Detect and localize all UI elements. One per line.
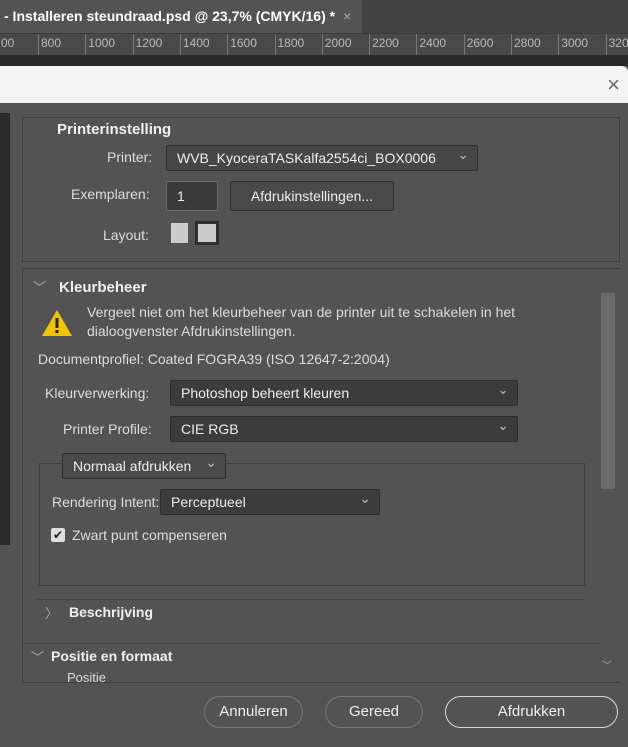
ruler-tick: 1600 bbox=[227, 34, 257, 55]
cancel-button[interactable]: Annuleren bbox=[204, 696, 303, 728]
tab-bar: - Installeren steundraad.psd @ 23,7% (CM… bbox=[0, 0, 628, 33]
printer-value: WVB_KyoceraTASKalfa2554ci_BOX0006 bbox=[177, 150, 436, 166]
section-title: Kleurbeheer bbox=[59, 279, 147, 296]
chevron-right-icon[interactable]: 〉 bbox=[45, 603, 58, 622]
ruler-tick: 2000 bbox=[321, 34, 352, 55]
position-header[interactable]: Positie en formaat bbox=[51, 648, 172, 664]
landscape-layout-icon[interactable] bbox=[195, 221, 219, 245]
ruler-tick: 00 bbox=[0, 34, 14, 55]
ruler-tick: 2400 bbox=[416, 34, 446, 55]
document-tab[interactable]: - Installeren steundraad.psd @ 23,7% (CM… bbox=[0, 0, 362, 33]
ruler-tick: 2600 bbox=[463, 34, 493, 55]
print-mode-group: Normaal afdrukken Rendering Intent: Perc… bbox=[39, 450, 585, 586]
description-header[interactable]: Beschrijving bbox=[69, 604, 153, 620]
color-handling-label: Kleurverwerking: bbox=[45, 385, 150, 401]
color-management-panel: ﹀ Kleurbeheer Vergeet niet om het kleurb… bbox=[22, 268, 620, 683]
rendering-intent-label: Rendering Intent: bbox=[52, 494, 160, 510]
copies-input[interactable]: 1 bbox=[166, 181, 218, 211]
section-title: Printerinstelling bbox=[57, 121, 172, 138]
printer-label: Printer: bbox=[107, 149, 153, 165]
ruler-tick: 3000 bbox=[558, 34, 588, 55]
ruler-tick: 1800 bbox=[274, 34, 304, 55]
dialog-titlebar: × bbox=[0, 66, 628, 103]
ruler-tick: 1200 bbox=[132, 34, 162, 55]
printer-profile-label: Printer Profile: bbox=[63, 421, 152, 437]
ruler-tick: 320 bbox=[605, 34, 628, 55]
black-point-label: Zwart punt compenseren bbox=[72, 527, 227, 543]
print-mode-select[interactable]: Normaal afdrukken bbox=[62, 450, 226, 479]
ruler-tick: 2800 bbox=[511, 34, 541, 55]
rendering-intent-value: Perceptueel bbox=[171, 494, 246, 510]
close-tab-icon[interactable]: × bbox=[343, 8, 351, 24]
divider bbox=[23, 643, 599, 644]
close-dialog-icon[interactable]: × bbox=[607, 72, 620, 98]
color-handling-value: Photoshop beheert kleuren bbox=[181, 385, 350, 401]
scrollbar-thumb[interactable] bbox=[601, 293, 615, 489]
printer-settings-panel: Printerinstelling Printer: WVB_KyoceraTA… bbox=[22, 117, 620, 262]
done-button[interactable]: Gereed bbox=[325, 696, 423, 728]
printer-select[interactable]: WVB_KyoceraTASKalfa2554ci_BOX0006 bbox=[166, 142, 478, 171]
divider bbox=[37, 599, 585, 600]
layout-label: Layout: bbox=[103, 227, 149, 243]
ruler-tick: 1000 bbox=[85, 34, 115, 55]
document-profile: Documentprofiel: Coated FOGRA39 (ISO 126… bbox=[38, 351, 390, 367]
portrait-layout-icon[interactable] bbox=[171, 223, 188, 243]
tab-title: - Installeren steundraad.psd @ 23,7% (CM… bbox=[4, 8, 336, 24]
ruler: 00 800 1000 1200 1400 1600 1800 2000 2200 2400 260… bbox=[0, 33, 628, 55]
ruler-tick: 1400 bbox=[179, 34, 210, 55]
scroll-down-icon[interactable]: ﹀ bbox=[602, 657, 612, 672]
background-panel bbox=[0, 113, 10, 545]
color-handling-select[interactable]: Photoshop beheert kleuren bbox=[170, 377, 518, 406]
print-button[interactable]: Afdrukken bbox=[445, 696, 618, 728]
ruler-tick: 800 bbox=[38, 34, 61, 55]
chevron-down-icon[interactable]: ﹀ bbox=[33, 277, 46, 296]
print-settings-button[interactable]: Afdrukinstellingen... bbox=[230, 181, 394, 211]
printer-profile-value: CIE RGB bbox=[181, 421, 239, 437]
ruler-tick: 2200 bbox=[369, 34, 399, 55]
copies-value: 1 bbox=[177, 188, 185, 204]
warning-icon bbox=[42, 310, 72, 336]
warning-text: Vergeet niet om het kleurbeheer van de p… bbox=[87, 304, 516, 339]
rendering-intent-select[interactable]: Perceptueel bbox=[160, 486, 380, 515]
black-point-checkbox[interactable]: ✔ bbox=[51, 528, 65, 542]
canvas-strip bbox=[0, 55, 628, 66]
scrollbar[interactable]: ﹀ bbox=[601, 281, 615, 672]
copies-label: Exemplaren: bbox=[71, 186, 150, 202]
chevron-down-icon[interactable]: ﹀ bbox=[31, 647, 44, 666]
printer-profile-select[interactable]: CIE RGB bbox=[170, 413, 518, 442]
position-subheader: Positie bbox=[67, 670, 107, 683]
print-mode-value: Normaal afdrukken bbox=[73, 458, 192, 474]
